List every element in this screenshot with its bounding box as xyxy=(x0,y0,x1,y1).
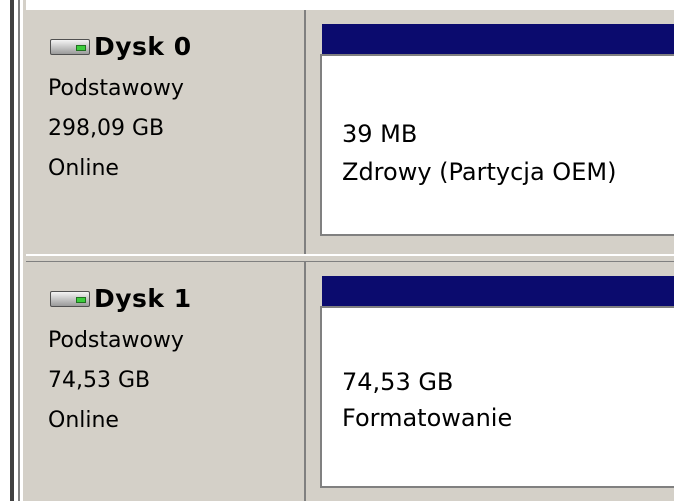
partition-status: Zdrowy (Partycja OEM) xyxy=(342,158,617,186)
disk-name: Dysk 1 xyxy=(94,284,192,313)
partition-size: 39 MB xyxy=(342,120,418,148)
disk-type: Podstawowy xyxy=(48,328,184,353)
row-separator xyxy=(26,254,674,262)
window-left-edge xyxy=(0,0,26,501)
partition-header-bar xyxy=(322,24,674,54)
partition-size: 74,53 GB xyxy=(342,368,454,396)
disk-size: 298,09 GB xyxy=(48,116,165,141)
partition-area-1: 74,53 GB Formatowanie xyxy=(314,262,674,501)
disk-status: Online xyxy=(48,156,119,181)
disk-info-1[interactable]: Dysk 1 Podstawowy 74,53 GB Online xyxy=(26,262,306,501)
disk-row-1: Dysk 1 Podstawowy 74,53 GB Online 74,53 … xyxy=(26,262,674,501)
hard-disk-icon xyxy=(48,288,92,310)
hard-disk-icon xyxy=(48,36,92,58)
partition-formatting[interactable]: 74,53 GB Formatowanie xyxy=(320,306,674,488)
disk-name: Dysk 0 xyxy=(94,32,192,61)
disk-size: 74,53 GB xyxy=(48,368,151,393)
disk-type: Podstawowy xyxy=(48,76,184,101)
disk-header-0: Dysk 0 xyxy=(48,32,192,61)
partition-header-bar xyxy=(322,276,674,306)
partition-status: Formatowanie xyxy=(342,404,513,432)
disk-header-1: Dysk 1 xyxy=(48,284,192,313)
disk-row-0: Dysk 0 Podstawowy 298,09 GB Online 39 MB… xyxy=(26,10,674,254)
partition-oem[interactable]: 39 MB Zdrowy (Partycja OEM) xyxy=(320,54,674,236)
scroll-border xyxy=(10,0,14,501)
panel-border xyxy=(18,0,20,501)
disk-status: Online xyxy=(48,408,119,433)
disk-info-0[interactable]: Dysk 0 Podstawowy 298,09 GB Online xyxy=(26,10,306,254)
partition-area-0: 39 MB Zdrowy (Partycja OEM) xyxy=(314,10,674,254)
